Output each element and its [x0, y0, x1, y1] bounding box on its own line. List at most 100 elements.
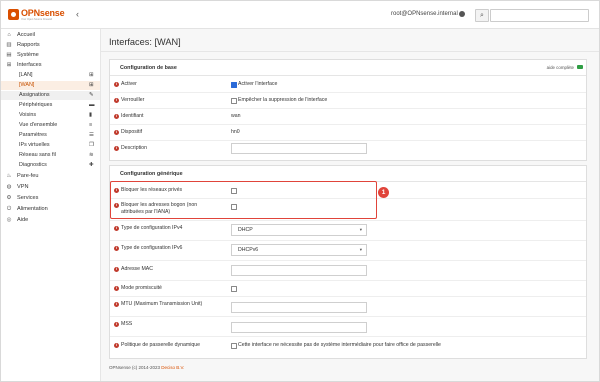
info-icon[interactable]: i — [114, 302, 119, 307]
panel-title: Configuration de base — [120, 65, 177, 71]
ipv6-type-select[interactable]: DHCPv6 ▾ — [231, 244, 367, 256]
sidebar-item-systeme[interactable]: ▤ Système — [1, 51, 100, 60]
sidebar-item-wan[interactable]: [WAN] ⊞ — [1, 81, 100, 90]
ipv4-type-select[interactable]: DHCP ▾ — [231, 224, 367, 236]
info-icon[interactable]: i — [114, 343, 119, 348]
form-row-device: i Dispositif hn0 — [110, 124, 586, 141]
info-icon[interactable]: i — [114, 322, 119, 327]
select-value: DHCP — [238, 227, 253, 233]
sidebar-item-parametres[interactable]: Paramètres ☰ — [1, 131, 100, 140]
search-icon: ⌕ — [480, 12, 484, 19]
sidebar-item-services[interactable]: ⚙ Services — [1, 194, 100, 203]
form-row-ipv4-type: i Type de configuration IPv4 DHCP ▾ — [110, 220, 586, 241]
sidebar-item-interfaces[interactable]: ⊞ Interfaces — [1, 61, 100, 70]
sidebar-item-vpn[interactable]: ◍ VPN — [1, 183, 100, 192]
logo[interactable]: OPNsense Your Open Source Firewall — [8, 8, 72, 22]
sidebar-item-label: Diagnostics — [19, 162, 47, 168]
field-label: Type de configuration IPv4 — [121, 225, 183, 231]
home-icon: ⌂ — [7, 32, 11, 38]
top-bar: OPNsense Your Open Source Firewall ‹ roo… — [1, 1, 599, 29]
sidebar-item-label: Assignations — [19, 92, 50, 98]
promiscuous-checkbox[interactable] — [231, 286, 237, 292]
sidebar-item-pare-feu[interactable]: ♨ Pare-feu — [1, 172, 100, 181]
sidebar-item-assignations[interactable]: Assignations ✎ — [1, 91, 100, 100]
hdd-icon: ▬ — [89, 102, 95, 108]
info-icon[interactable]: i — [114, 146, 119, 151]
field-label: Mode promiscuité — [121, 285, 162, 291]
sitemap-icon: ⊞ — [89, 82, 94, 88]
logo-text: OPNsense — [21, 8, 65, 18]
sidebar-item-lan[interactable]: [LAN] ⊞ — [1, 71, 100, 80]
sidebar-item-label: Aide — [17, 217, 29, 223]
cog-icon: ⚙ — [6, 195, 12, 201]
select-value: DHCPv6 — [238, 247, 259, 253]
plug-icon: ⏻ — [6, 206, 12, 212]
search-button[interactable]: ⌕ — [475, 9, 489, 22]
info-icon[interactable]: i — [114, 82, 119, 87]
mtu-input[interactable] — [231, 302, 367, 313]
full-help-toggle[interactable] — [577, 65, 583, 69]
panel-header: Configuration de base aide complète — [110, 60, 586, 76]
sidebar-item-vue-ensemble[interactable]: Vue d'ensemble ≡ — [1, 121, 100, 130]
chevron-left-icon[interactable]: ‹ — [76, 9, 79, 19]
sidebar-item-ips-virtuelles[interactable]: IPs virtuelles ❐ — [1, 141, 100, 150]
sidebar-item-label: Système — [17, 52, 39, 58]
user-name[interactable]: root@OPNsense.internal — [391, 11, 458, 17]
form-row-mss: i MSS — [110, 316, 586, 337]
sidebar-item-reseau-sans-fil[interactable]: Réseau sans fil ≋ — [1, 151, 100, 160]
description-input[interactable] — [231, 143, 367, 154]
gateway-policy-checkbox[interactable] — [231, 343, 237, 349]
info-icon[interactable]: i — [114, 114, 119, 119]
checkbox-label: Empêcher la suppression de l'interface — [238, 97, 328, 103]
sidebar-item-alimentation[interactable]: ⏻ Alimentation — [1, 205, 100, 214]
fire-icon: ♨ — [6, 173, 12, 179]
globe-icon: ◍ — [6, 184, 12, 190]
basic-config-panel: Configuration de base aide complète i Ac… — [109, 59, 587, 161]
sitemap-icon: ⊞ — [89, 72, 94, 78]
sidebar-item-aide[interactable]: ◎ Aide — [1, 216, 100, 225]
sliders-icon: ☰ — [89, 132, 94, 138]
server-icon: ▤ — [6, 52, 12, 58]
search-input[interactable] — [490, 9, 589, 22]
sidebar-item-rapports[interactable]: ▥ Rapports — [1, 41, 100, 50]
panel-title: Configuration générique — [120, 171, 183, 177]
support-icon: ◎ — [6, 217, 12, 223]
mss-input[interactable] — [231, 322, 367, 333]
enable-checkbox[interactable] — [231, 82, 237, 88]
sidebar-item-label: Périphériques — [19, 102, 53, 108]
book-icon: ▮ — [89, 112, 93, 118]
footer: OPNsense (c) 2014-2023 Deciso B.V. — [109, 365, 184, 370]
sidebar-item-accueil[interactable]: ⌂ Accueil — [1, 31, 100, 40]
annotation-highlight-box — [110, 181, 377, 219]
form-row-enable: i Activer Activer l'interface — [110, 76, 586, 93]
mac-address-input[interactable] — [231, 265, 367, 276]
list-icon: ≡ — [89, 122, 93, 128]
clone-icon: ❐ — [89, 142, 94, 148]
field-label: Adresse MAC — [121, 266, 153, 272]
lock-checkbox[interactable] — [231, 98, 237, 104]
field-label: Verrouiller — [121, 97, 145, 103]
chevron-down-icon: ▾ — [359, 227, 362, 232]
sidebar-item-peripheriques[interactable]: Périphériques ▬ — [1, 101, 100, 110]
form-row-ipv6-type: i Type de configuration IPv6 DHCPv6 ▾ — [110, 240, 586, 261]
info-icon[interactable]: i — [114, 246, 119, 251]
info-icon[interactable]: i — [114, 98, 119, 103]
sidebar-item-label: Paramètres — [19, 132, 47, 138]
sidebar-item-voisins[interactable]: Voisins ▮ — [1, 111, 100, 120]
wifi-icon: ≋ — [89, 152, 94, 158]
sidebar-item-label: Interfaces — [17, 62, 42, 68]
status-icon[interactable] — [459, 11, 465, 17]
sidebar-item-label: [LAN] — [19, 72, 33, 78]
info-icon[interactable]: i — [114, 130, 119, 135]
info-icon[interactable]: i — [114, 226, 119, 231]
opnsense-logo-icon — [8, 9, 19, 20]
logo-tagline: Your Open Source Firewall — [21, 18, 52, 21]
info-icon[interactable]: i — [114, 267, 119, 272]
info-icon[interactable]: i — [114, 286, 119, 291]
sidebar-item-label: Rapports — [17, 42, 40, 48]
checkbox-label: Cette interface ne nécessite pas de syst… — [238, 342, 441, 348]
footer-brand-link[interactable]: Deciso B.V. — [161, 365, 184, 370]
app-window: OPNsense Your Open Source Firewall ‹ roo… — [0, 0, 600, 382]
sidebar-item-diagnostics[interactable]: Diagnostics ✚ — [1, 161, 100, 170]
identifier-value: wan — [231, 113, 241, 119]
